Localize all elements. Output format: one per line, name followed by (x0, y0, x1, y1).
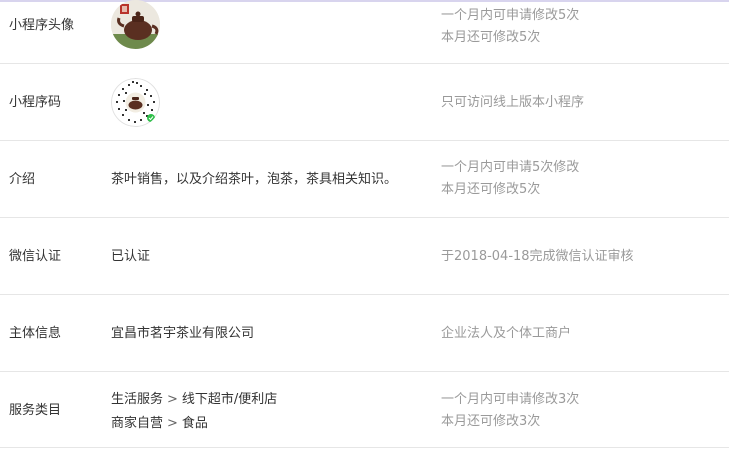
verification-note: 于2018-04-18完成微信认证审核 (441, 249, 634, 264)
category-item: 商家自营 > 食品 (111, 412, 208, 436)
row-label: 微信认证 (9, 249, 62, 264)
row-label: 主体信息 (9, 326, 62, 341)
intro-note-remaining: 本月还可修改5次 (441, 182, 541, 197)
row-service-categories: 服务类目 生活服务 > 线下超市/便利店 商家自营 > 食品 一个月内可申请修改3次 本… (0, 372, 729, 448)
avatar-note-remaining: 本月还可修改5次 (441, 30, 541, 45)
row-qrcode: 小程序码 只可访问线上版本小程序 (0, 64, 729, 141)
category-secondary: 线下超市/便利店 (181, 392, 278, 407)
avatar[interactable] (111, 0, 160, 49)
mini-program-code-icon (111, 78, 160, 127)
category-separator: > (167, 392, 178, 407)
category-primary: 生活服务 (111, 392, 164, 407)
intro-text: 茶叶销售，以及介绍茶叶，泡茶，茶具相关知识。 (111, 172, 398, 187)
settings-table: 小程序头像 一个月内可申请修改5次 本月还可修改5次 小程序码 只可访问线上版本… (0, 0, 729, 448)
row-intro: 介绍 茶叶销售，以及介绍茶叶，泡茶，茶具相关知识。 一个月内可申请5次修改 本月… (0, 141, 729, 218)
row-avatar: 小程序头像 一个月内可申请修改5次 本月还可修改5次 (0, 0, 729, 64)
teapot-icon (111, 0, 160, 49)
qrcode-note: 只可访问线上版本小程序 (441, 95, 585, 110)
entity-type-note: 企业法人及个体工商户 (441, 326, 572, 341)
category-separator: > (167, 416, 178, 431)
category-item: 生活服务 > 线下超市/便利店 (111, 388, 277, 412)
entity-name: 宜昌市茗宇茶业有限公司 (111, 326, 255, 341)
categories-note-remaining: 本月还可修改3次 (441, 414, 541, 429)
row-label: 服务类目 (9, 403, 62, 418)
mini-program-code[interactable] (111, 78, 160, 127)
row-label: 小程序码 (9, 95, 62, 110)
avatar-note-limit: 一个月内可申请修改5次 (441, 8, 580, 23)
row-entity-info: 主体信息 宜昌市茗宇茶业有限公司 企业法人及个体工商户 (0, 295, 729, 372)
category-secondary: 食品 (181, 416, 208, 431)
categories-note-limit: 一个月内可申请修改3次 (441, 392, 580, 407)
row-wechat-verification: 微信认证 已认证 于2018-04-18完成微信认证审核 (0, 218, 729, 295)
category-primary: 商家自营 (111, 416, 164, 431)
row-label: 小程序头像 (9, 18, 75, 33)
row-label: 介绍 (9, 172, 36, 187)
verification-status: 已认证 (111, 249, 151, 264)
intro-note-limit: 一个月内可申请5次修改 (441, 160, 580, 175)
